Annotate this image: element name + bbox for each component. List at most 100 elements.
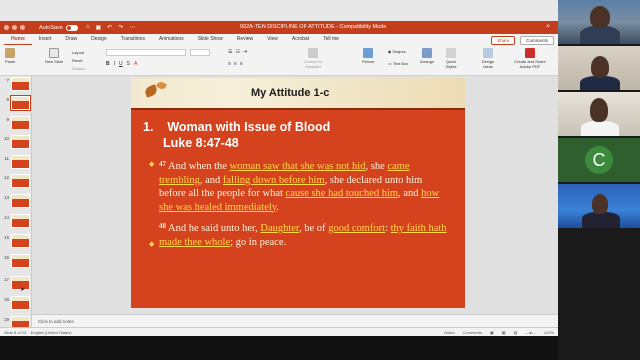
section-button[interactable]: Section: [72, 65, 85, 73]
convert-smartart-label: Convert to SmartArt: [303, 59, 323, 69]
comments-button[interactable]: Comments: [520, 36, 554, 45]
numbering-icon[interactable]: ☷: [235, 49, 239, 55]
undo-icon[interactable]: ↶: [107, 24, 112, 31]
picture-label: Picture: [362, 59, 375, 64]
thumbnail-slide[interactable]: 15: [3, 234, 31, 251]
clipboard-icon: [5, 48, 16, 58]
thumbnail-number: 12: [3, 175, 9, 180]
thumbnail-image: [11, 116, 30, 130]
design-ideas-icon: [483, 48, 493, 58]
thumbnail-slide[interactable]: 18: [3, 296, 31, 313]
bold-icon[interactable]: B: [106, 61, 110, 67]
align-left-icon[interactable]: ≡: [228, 61, 231, 67]
notes-toggle[interactable]: Notes: [444, 330, 454, 335]
tab-home[interactable]: Home: [4, 34, 32, 45]
reset-button[interactable]: Reset: [72, 57, 85, 65]
powerpoint-window: AutoSave ⌂ ▣ ↶ ↷ ⋯ 002A-TEN DISCIPLINE O…: [0, 0, 558, 336]
participant-video-tile[interactable]: [558, 0, 640, 44]
smartart-icon: [308, 48, 318, 58]
convert-smartart-button[interactable]: Convert to SmartArt: [296, 48, 330, 69]
thumbnail-slide[interactable]: 14: [3, 214, 31, 231]
thumbnail-slide[interactable]: 19: [3, 316, 31, 327]
tab-review[interactable]: Review: [230, 34, 260, 45]
normal-view-icon[interactable]: ▣: [490, 330, 494, 335]
redo-icon[interactable]: ↷: [118, 24, 123, 31]
heading-line-2: Luke 8:47-48: [163, 136, 239, 150]
thumbnail-slide[interactable]: 13: [3, 194, 31, 211]
tab-insert[interactable]: Insert: [32, 34, 59, 45]
participant-video-tile[interactable]: [558, 46, 640, 90]
participant-video-tile[interactable]: C: [558, 138, 640, 182]
layout-button[interactable]: Layout: [72, 49, 85, 57]
design-ideas-button[interactable]: Design Ideas: [480, 48, 496, 69]
participant-video-tile[interactable]: [558, 92, 640, 136]
tab-tell-me[interactable]: Tell me: [316, 34, 346, 45]
slide-editing-area[interactable]: My Attitude 1-c 1. Woman with Issue of B…: [32, 76, 558, 314]
font-name-select[interactable]: [106, 49, 186, 56]
search-icon[interactable]: ⌕: [546, 23, 550, 31]
tab-animations[interactable]: Animations: [152, 34, 191, 45]
strikethrough-icon[interactable]: S: [127, 61, 130, 67]
align-center-icon[interactable]: ≡: [234, 61, 237, 67]
window-controls[interactable]: [4, 25, 25, 30]
zoom-slider[interactable]: —●—: [525, 330, 535, 335]
paste-button[interactable]: Paste: [5, 48, 15, 64]
more-icon[interactable]: ⋯: [129, 24, 135, 31]
autosave-switch[interactable]: [65, 24, 78, 31]
font-color-icon[interactable]: A: [134, 61, 137, 67]
save-icon[interactable]: ▣: [95, 24, 101, 31]
participant-body: [580, 120, 620, 136]
heading-line-1: 1. Woman with Issue of Blood: [143, 120, 331, 134]
slide-title[interactable]: My Attitude 1-c: [251, 87, 329, 99]
current-slide[interactable]: My Attitude 1-c 1. Woman with Issue of B…: [131, 78, 465, 308]
thumbnail-slide[interactable]: 10: [3, 135, 31, 152]
thumbnail-slide-selected[interactable]: 8: [3, 95, 31, 113]
create-share-pdf-button[interactable]: Create and Share Adobe PDF: [508, 48, 552, 69]
quick-styles-icon: [446, 48, 456, 58]
thumbnail-slide[interactable]: 7: [3, 77, 31, 94]
thumbnail-slide[interactable]: 11: [3, 155, 31, 172]
bullet-icon: ◆: [149, 241, 155, 248]
slide-heading[interactable]: 1. Woman with Issue of Blood Luke 8:47-4…: [143, 119, 330, 151]
align-right-icon[interactable]: ≡: [240, 61, 243, 67]
home-icon[interactable]: ⌂: [86, 24, 90, 31]
language-indicator[interactable]: English (United States): [31, 330, 72, 335]
zoom-level[interactable]: 120%: [544, 330, 554, 335]
slide-thumbnails-panel: 7 8 9 10 11 12 13 14 15 16 17 18 19 ➤: [0, 76, 32, 327]
indent-icon[interactable]: ⇥: [243, 49, 247, 55]
notes-placeholder: Click to add notes: [38, 319, 74, 324]
slide-body-text[interactable]: 47 And when the woman saw that she was n…: [159, 158, 451, 255]
quick-styles-button[interactable]: Quick Styles: [443, 48, 459, 69]
tab-slide-show[interactable]: Slide Show: [191, 34, 230, 45]
bullets-icon[interactable]: ☰: [228, 49, 232, 55]
text-box-button[interactable]: ▭ Text Box: [388, 61, 408, 66]
tab-draw[interactable]: Draw: [58, 34, 84, 45]
leaf-icon: [155, 80, 168, 91]
share-button[interactable]: Share: [491, 36, 516, 45]
thumbnail-slide[interactable]: 16: [3, 254, 31, 271]
sorter-view-icon[interactable]: ▦: [502, 330, 506, 335]
picture-button[interactable]: Picture: [362, 48, 374, 64]
tab-acrobat[interactable]: Acrobat: [285, 34, 316, 45]
comments-toggle[interactable]: Comments: [463, 330, 482, 335]
tab-view[interactable]: View: [260, 34, 285, 45]
autosave-toggle[interactable]: AutoSave: [39, 24, 78, 31]
thumbnail-slide[interactable]: 12: [3, 174, 31, 191]
new-slide-button[interactable]: New Slide: [44, 48, 64, 64]
participant-video-tile[interactable]: [558, 184, 640, 228]
thumbnail-slide[interactable]: 9: [3, 116, 31, 133]
font-size-select[interactable]: [190, 49, 210, 56]
tab-design[interactable]: Design: [84, 34, 114, 45]
underline-icon[interactable]: U: [119, 61, 123, 67]
notes-pane[interactable]: Click to add notes: [32, 314, 558, 327]
thumbnail-slide[interactable]: 17: [3, 276, 31, 293]
mouse-cursor-icon: ➤: [20, 287, 26, 293]
reading-view-icon[interactable]: ▤: [514, 330, 518, 335]
italic-icon[interactable]: I: [114, 61, 115, 67]
tab-transitions[interactable]: Transitions: [114, 34, 152, 45]
thumbnail-image: [11, 155, 30, 169]
video-participants-panel: C: [558, 0, 640, 360]
arrange-icon: [422, 48, 433, 58]
shapes-button[interactable]: ◆ Shapes: [388, 49, 406, 54]
arrange-button[interactable]: Arrange: [420, 48, 434, 64]
